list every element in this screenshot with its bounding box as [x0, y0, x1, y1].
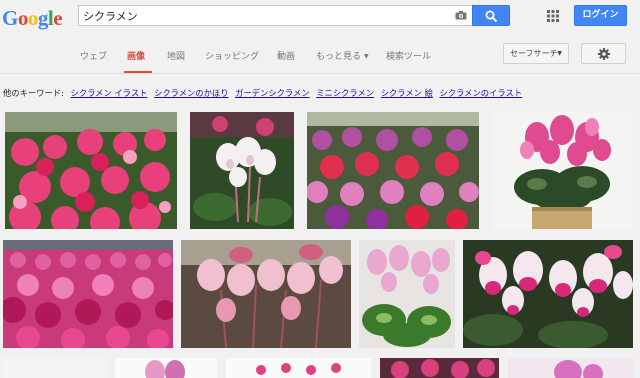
- camera-icon[interactable]: [455, 11, 467, 20]
- gear-icon: [598, 48, 610, 60]
- tab-search-tools[interactable]: 検索ツール: [386, 49, 431, 62]
- image-result-partial-3[interactable]: [226, 358, 371, 378]
- related-keywords-label: 他のキーワード:: [3, 88, 64, 98]
- image-thumbnail: [463, 240, 633, 348]
- image-result-light-pink-cyclamen-leaves[interactable]: [359, 240, 455, 348]
- tab-images[interactable]: 画像: [127, 49, 145, 62]
- search-icon: [485, 10, 498, 23]
- search-button[interactable]: [472, 5, 510, 26]
- google-image-search-page: Google ログイン ウェブ: [0, 0, 640, 378]
- related-link[interactable]: シクラメン 絵: [381, 88, 433, 98]
- search-input[interactable]: [79, 6, 449, 25]
- image-thumbnail: [181, 240, 351, 348]
- settings-button[interactable]: [581, 43, 626, 64]
- chevron-down-icon: ▼: [364, 53, 369, 60]
- active-tab-indicator: [124, 71, 152, 73]
- tab-web[interactable]: ウェブ: [80, 49, 107, 62]
- image-thumbnail: [115, 358, 217, 378]
- image-thumbnail: [3, 240, 173, 348]
- image-result-partial-1[interactable]: [3, 358, 107, 378]
- image-result-pale-pink-cyclamen-stems[interactable]: [181, 240, 351, 348]
- logo-letter: o: [27, 6, 39, 30]
- logo-letter: e: [53, 6, 63, 30]
- google-logo[interactable]: Google: [2, 6, 63, 31]
- top-bar: Google ログイン: [0, 0, 640, 36]
- logo-letter: o: [17, 6, 29, 30]
- tab-shopping[interactable]: ショッピング: [205, 49, 259, 62]
- image-result-pink-cyclamen-field[interactable]: [3, 240, 173, 348]
- image-thumbnail: [359, 240, 455, 348]
- image-result-white-cyclamen-closeup[interactable]: [190, 112, 294, 229]
- safe-search-label: セーフサーチ: [510, 49, 558, 58]
- image-result-pink-cyclamen-pot[interactable]: [492, 112, 632, 229]
- image-thumbnail: [3, 358, 107, 378]
- related-keywords: 他のキーワード: シクラメン イラスト シクラメンのかほり ガーデンシクラメン …: [3, 87, 522, 99]
- login-button[interactable]: ログイン: [574, 5, 627, 26]
- tab-more-label: もっと見る: [316, 52, 362, 62]
- related-link[interactable]: シクラメンのかほり: [154, 88, 228, 98]
- image-thumbnail: [307, 112, 479, 229]
- apps-grid-icon[interactable]: [547, 10, 559, 22]
- image-result-cyclamen-greenhouse-rows[interactable]: [5, 112, 177, 229]
- related-link[interactable]: シクラメンのイラスト: [440, 88, 523, 98]
- related-link[interactable]: ガーデンシクラメン: [235, 88, 309, 98]
- tab-more[interactable]: もっと見る ▼: [316, 49, 369, 62]
- tab-videos[interactable]: 動画: [277, 49, 295, 62]
- image-result-partial-2[interactable]: [115, 358, 217, 378]
- image-thumbnail: [5, 112, 177, 229]
- tab-maps[interactable]: 地図: [167, 49, 185, 62]
- image-thumbnail: [508, 358, 633, 378]
- image-result-cyclamen-pot-display[interactable]: [307, 112, 479, 229]
- image-result-bicolor-cyclamen-closeup[interactable]: [463, 240, 633, 348]
- image-thumbnail: [492, 112, 632, 229]
- logo-letter: G: [2, 6, 18, 30]
- image-thumbnail: [190, 112, 294, 229]
- chevron-down-icon: ▼: [557, 50, 562, 57]
- related-link[interactable]: ミニシクラメン: [316, 88, 374, 98]
- related-link[interactable]: シクラメン イラスト: [71, 88, 148, 98]
- safe-search-button[interactable]: セーフサーチ ▼: [503, 43, 569, 64]
- image-thumbnail: [226, 358, 371, 378]
- logo-letter: g: [37, 6, 49, 30]
- image-result-partial-5[interactable]: [508, 358, 633, 378]
- image-result-partial-4[interactable]: [380, 358, 499, 378]
- search-box: [78, 5, 473, 26]
- image-thumbnail: [380, 358, 499, 378]
